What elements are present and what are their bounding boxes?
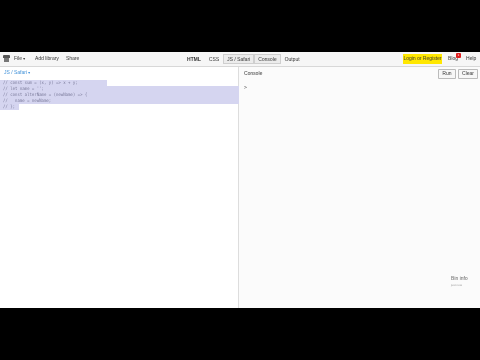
chevron-down-icon: ▾ [23,56,26,61]
bin-info-subtitle: just now [451,283,463,287]
tab-html[interactable]: HTML [183,54,205,64]
file-menu[interactable]: File▾ [14,56,25,62]
jsbin-logo-icon[interactable] [3,55,10,62]
tab-console[interactable]: Console [254,54,281,64]
run-button[interactable]: Run [438,69,456,79]
code-line: // }; [0,104,19,110]
share-label: Share [66,56,80,62]
help-link[interactable]: Help [466,56,476,62]
add-library-menu[interactable]: Add library [35,56,59,62]
jsbin-app: File▾ Add library Share HTML CSS JS / Sa… [0,52,480,308]
editor-panel-title[interactable]: JS / Safari▾ [4,70,30,76]
console-prompt[interactable]: > [244,85,247,91]
editor-panel-label: JS / Safari [4,70,28,76]
code-line: // name = newName; [0,98,239,104]
console-title: Console [244,71,263,77]
tab-output[interactable]: Output [281,54,304,64]
bin-info[interactable]: Bin info just now [451,276,473,290]
js-editor-panel: JS / Safari▾ // const sum = (x, y) => x … [0,67,239,308]
file-menu-label: File [14,56,23,62]
panel-tabs: HTML CSS JS / Safari Console Output [183,54,304,64]
code-editor[interactable]: // const sum = (x, y) => x + y; // let n… [0,80,239,110]
blog-notification-badge: 1 [456,53,461,58]
console-panel: Console Run Clear > [239,67,480,308]
login-button[interactable]: Login or Register [403,54,442,64]
toolbar: File▾ Add library Share HTML CSS JS / Sa… [0,52,480,67]
clear-button[interactable]: Clear [458,69,478,79]
tab-css[interactable]: CSS [205,54,223,64]
bin-info-title: Bin info [451,276,468,282]
tab-js[interactable]: JS / Safari [223,54,255,64]
chevron-down-icon: ▾ [28,70,31,75]
add-library-label: Add library [35,56,59,62]
share-menu[interactable]: Share [66,56,79,62]
